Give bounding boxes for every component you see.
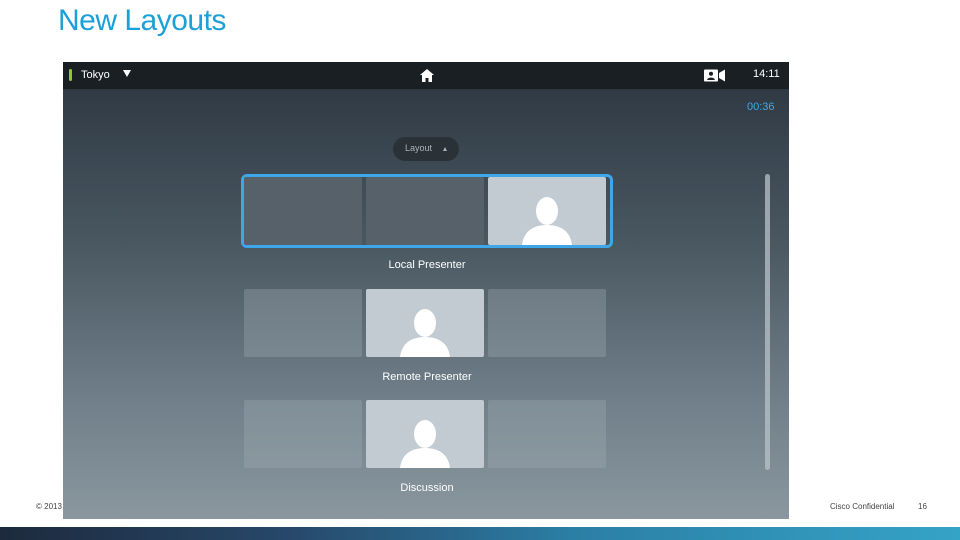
call-timer: 00:36: [747, 101, 775, 113]
page-number: 16: [918, 502, 927, 511]
footer-confidential: Cisco Confidential: [830, 502, 895, 511]
footer-copyright: © 2013: [36, 502, 62, 511]
layout-tile-presenter: [366, 289, 484, 357]
layout-option-remote-presenter[interactable]: Remote Presenter: [242, 289, 612, 383]
device-screen: Tokyo 14:11 00:36 Layout Local Presenter…: [63, 62, 789, 519]
layout-tile: [244, 289, 362, 357]
layout-option-label: Discussion: [400, 482, 454, 494]
layout-option-local-presenter[interactable]: Local Presenter: [242, 177, 612, 271]
dropdown-caret-icon[interactable]: [123, 70, 131, 77]
layout-tile: [488, 289, 606, 357]
layout-tile-presenter: [366, 400, 484, 468]
layout-tile: [244, 177, 362, 245]
layout-option-label: Remote Presenter: [382, 371, 472, 383]
layout-option-discussion[interactable]: Discussion: [242, 400, 612, 494]
layout-button-label: Layout: [405, 143, 433, 153]
layout-tile: [366, 177, 484, 245]
scrollbar[interactable]: [765, 174, 770, 470]
camera-icon[interactable]: [704, 69, 726, 82]
person-icon: [522, 197, 572, 245]
caret-up-icon: [443, 147, 447, 151]
status-led-icon: [69, 69, 72, 81]
layout-preview: [244, 177, 610, 245]
bottom-gradient-bar: [0, 527, 960, 540]
clock: 14:11: [753, 68, 780, 80]
layout-option-label: Local Presenter: [388, 259, 466, 271]
layout-tile-presenter: [488, 177, 606, 245]
person-icon: [400, 420, 450, 468]
site-name[interactable]: Tokyo: [81, 69, 110, 81]
person-icon: [400, 309, 450, 357]
layout-tile: [244, 400, 362, 468]
top-bar: Tokyo 14:11: [63, 62, 789, 90]
layout-tile: [488, 400, 606, 468]
home-icon[interactable]: [419, 68, 435, 83]
layout-preview: [244, 400, 610, 468]
slide-title: New Layouts: [58, 4, 226, 37]
layout-button[interactable]: Layout: [393, 137, 459, 161]
layout-preview: [244, 289, 610, 357]
